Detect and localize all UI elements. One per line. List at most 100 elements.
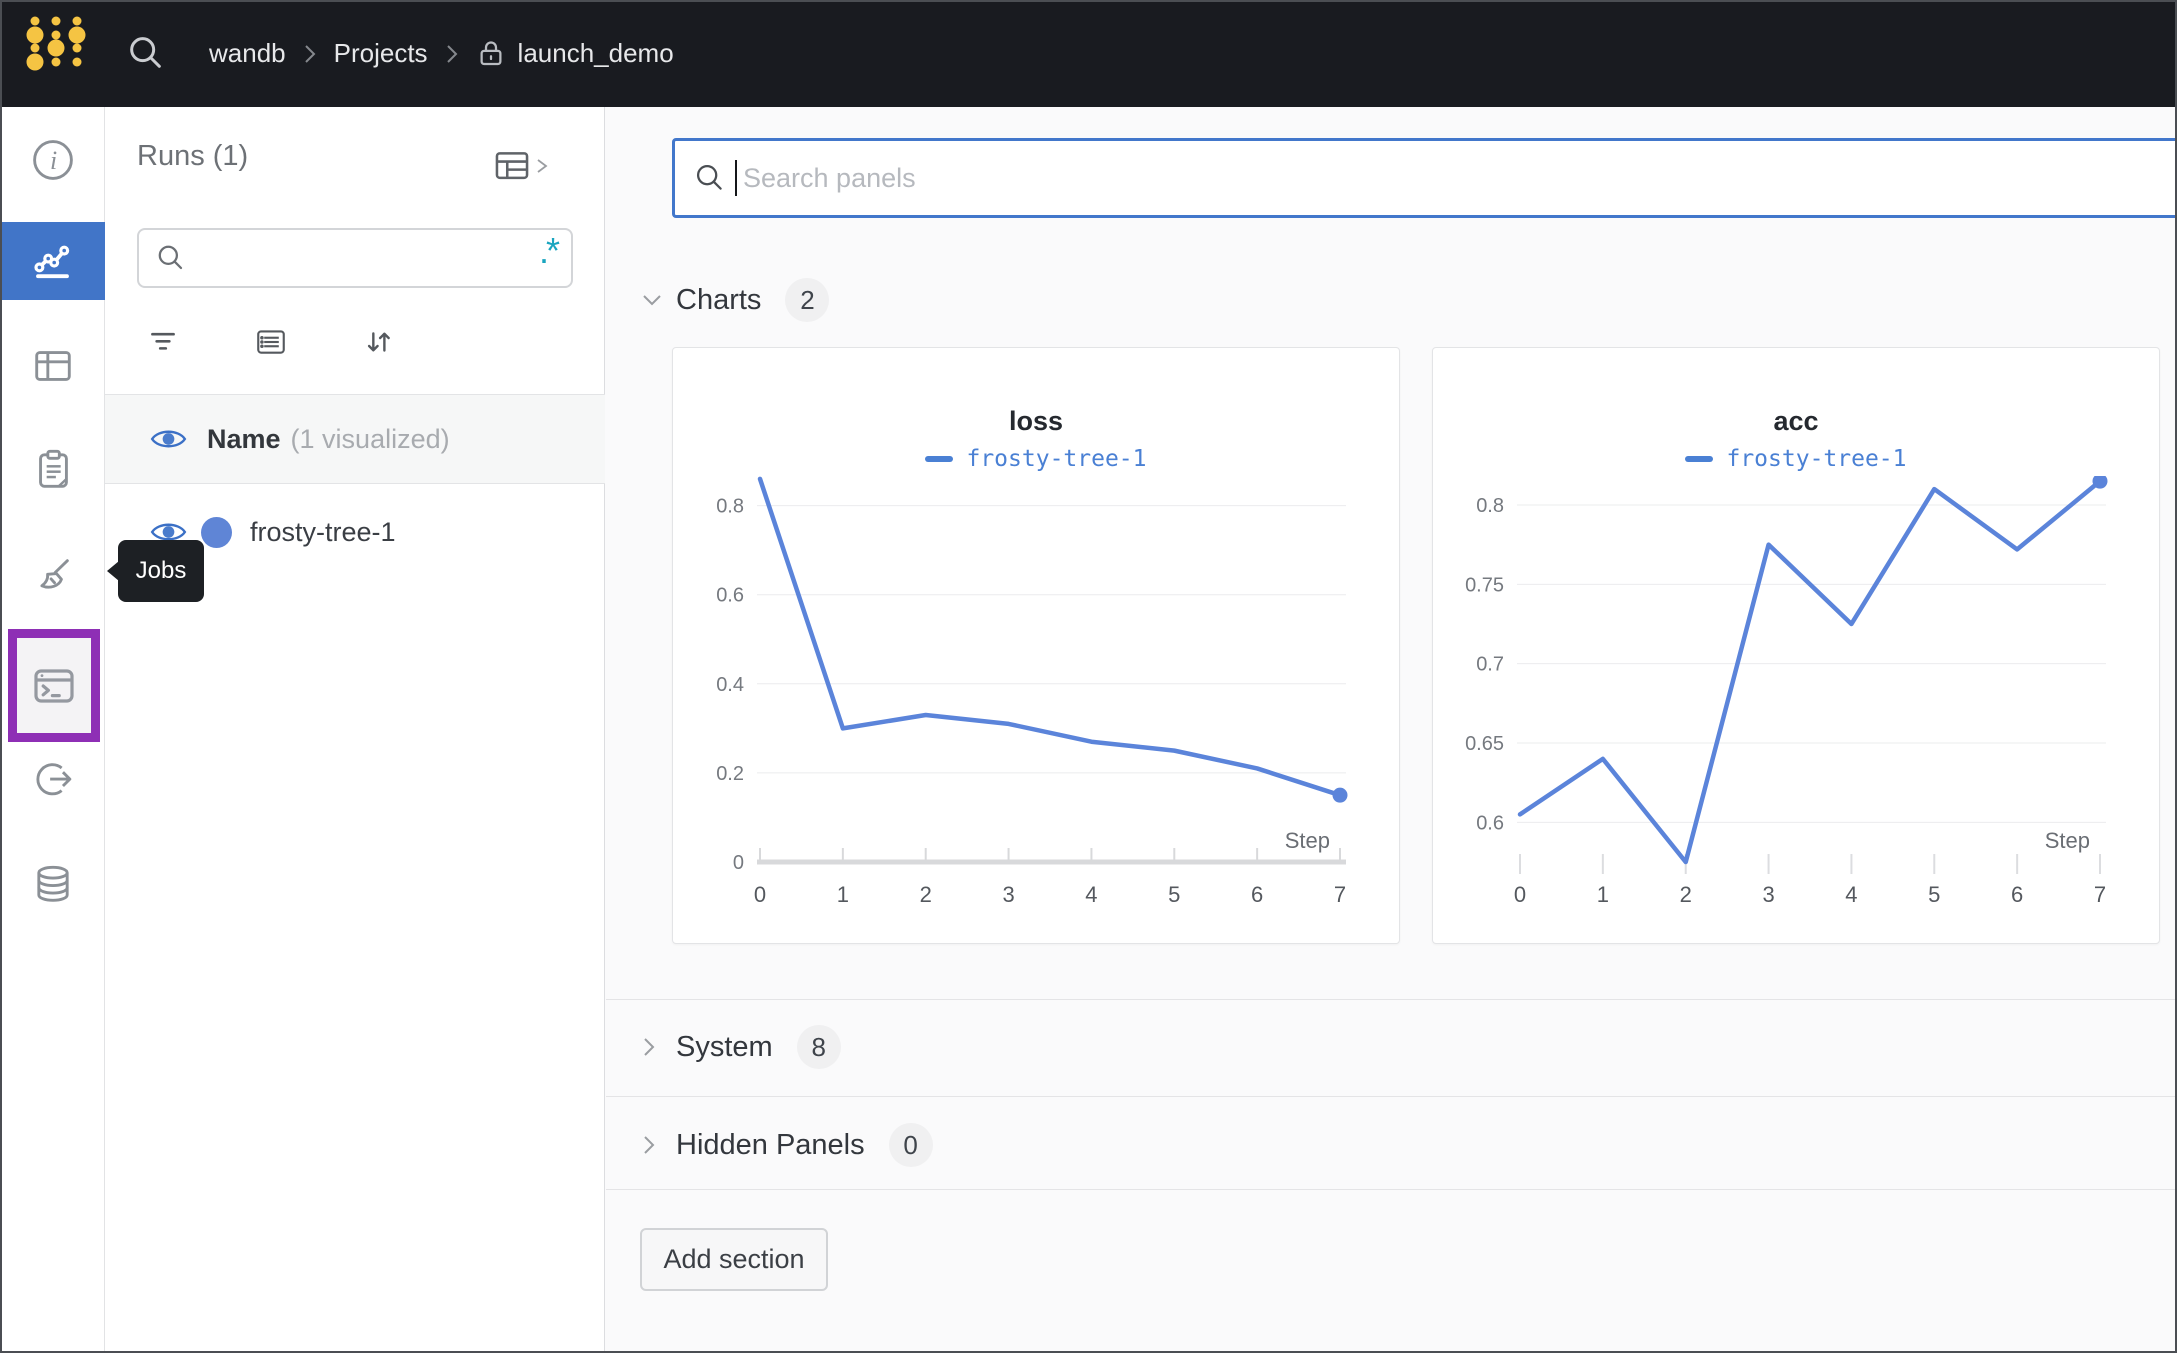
svg-text:6: 6	[2011, 882, 2023, 907]
run-color-dot[interactable]	[201, 516, 232, 548]
svg-text:7: 7	[1334, 882, 1346, 907]
chart-panel-loss[interactable]: loss frosty-tree-1 0 0.2 0.4 0.6 0.8 0 1 2 3 4 5 6 7…	[672, 347, 1400, 944]
svg-text:5: 5	[1928, 882, 1940, 907]
regex-toggle-icon[interactable]: .*	[539, 233, 560, 275]
svg-text:0: 0	[733, 852, 744, 874]
sidebar-item-overview[interactable]: i	[0, 121, 105, 199]
sidebar-item-artifacts[interactable]	[0, 846, 105, 924]
svg-text:0: 0	[754, 882, 766, 907]
section-header-system[interactable]: System 8	[640, 1022, 841, 1072]
svg-text:0: 0	[1514, 882, 1526, 907]
runs-search-box: .*	[137, 228, 573, 288]
chart-legend: frosty-tree-1	[1685, 446, 1907, 472]
section-header-hidden-panels[interactable]: Hidden Panels 0	[640, 1120, 933, 1170]
workspace-main: Charts 2 loss frosty-tree-1 0 0.2 0.4 0.6 0.…	[606, 107, 2177, 1353]
breadcrumb-projects[interactable]: Projects	[334, 38, 428, 69]
search-icon	[155, 242, 187, 274]
chevron-right-icon[interactable]	[640, 1035, 668, 1059]
svg-text:3: 3	[1762, 882, 1774, 907]
svg-text:4: 4	[1085, 882, 1097, 907]
chart-title: acc	[1773, 406, 1819, 436]
project-sidebar: i	[0, 107, 105, 1353]
runs-table-header-row[interactable]: Name (1 visualized)	[105, 395, 605, 484]
terminal-jobs-icon	[30, 662, 78, 710]
svg-text:1: 1	[837, 882, 849, 907]
wandb-logo[interactable]	[20, 14, 92, 92]
chart-panel-acc[interactable]: acc frosty-tree-1 0.6 0.65 0.7 0.75 0.8 0 1 2 3 4…	[1432, 347, 2160, 944]
divider	[606, 999, 2177, 1000]
svg-text:0.65: 0.65	[1465, 733, 1504, 755]
sidebar-item-jobs[interactable]	[8, 629, 100, 742]
svg-text:0.4: 0.4	[716, 674, 744, 696]
section-count-badge: 2	[785, 278, 830, 322]
divider	[606, 1096, 2177, 1097]
text-caret	[735, 160, 737, 196]
breadcrumb-project-name[interactable]: launch_demo	[518, 38, 674, 69]
panel-search-box	[672, 138, 2177, 218]
svg-text:0.6: 0.6	[716, 585, 744, 607]
filter-icon[interactable]	[145, 325, 181, 359]
breadcrumb: wandb Projects launch_demo	[209, 0, 674, 107]
chevron-down-icon[interactable]	[640, 291, 668, 309]
svg-text:0.75: 0.75	[1465, 574, 1504, 596]
section-count-badge: 0	[888, 1123, 933, 1167]
lock-icon	[476, 39, 506, 69]
jobs-tooltip-label: Jobs	[135, 557, 187, 584]
svg-text:5: 5	[1168, 882, 1180, 907]
svg-text:0.2: 0.2	[716, 763, 744, 785]
section-label: System	[676, 1030, 773, 1063]
divider	[606, 1189, 2177, 1190]
acc-plot: 0.6 0.65 0.7 0.75 0.8 0 1 2 3 4 5 6 7 Step	[1465, 476, 2108, 907]
svg-text:i: i	[49, 146, 56, 175]
svg-text:2: 2	[920, 882, 932, 907]
run-name[interactable]: frosty-tree-1	[250, 517, 396, 548]
svg-text:0.7: 0.7	[1476, 654, 1504, 676]
runs-search-input[interactable]	[199, 230, 539, 286]
svg-text:1: 1	[1597, 882, 1609, 907]
section-header-charts[interactable]: Charts 2	[640, 275, 830, 325]
svg-text:6: 6	[1251, 882, 1263, 907]
runs-visualized-note: (1 visualized)	[290, 423, 450, 454]
info-icon: i	[30, 137, 76, 183]
svg-text:Step: Step	[2045, 828, 2090, 853]
sidebar-item-sweeps[interactable]	[0, 538, 105, 616]
list-columns-icon[interactable]	[253, 325, 289, 359]
runs-toolbar	[145, 325, 525, 359]
loss-plot: 0 0.2 0.4 0.6 0.8 0 1 2 3 4 5 6 7 Step	[716, 476, 1348, 907]
svg-text:Step: Step	[1285, 828, 1330, 853]
legend-dash-icon	[925, 456, 954, 462]
legend-dash-icon	[1685, 456, 1714, 462]
redo-arrow-icon	[30, 758, 76, 804]
table-panels-icon	[30, 343, 76, 389]
sidebar-item-runs-table[interactable]	[0, 327, 105, 405]
top-navigation-bar: wandb Projects launch_demo	[0, 0, 2177, 107]
section-label: Charts	[676, 283, 762, 316]
legend-run-name: frosty-tree-1	[1726, 446, 1907, 472]
chart-title: loss	[1008, 406, 1064, 436]
svg-text:3: 3	[1002, 882, 1014, 907]
svg-text:2: 2	[1680, 882, 1692, 907]
expand-runs-table-button[interactable]	[493, 147, 549, 185]
sort-icon[interactable]	[361, 325, 397, 359]
wandb-workspace-page: wandb Projects launch_demo i Jobs Runs (…	[0, 0, 2177, 1353]
database-icon	[30, 862, 76, 908]
sidebar-item-workspace[interactable]	[0, 222, 105, 300]
runs-panel-title: Runs (1)	[137, 140, 249, 172]
runs-panel: Runs (1) .* Name (1 visualized) frosty-t…	[105, 107, 605, 1353]
svg-text:0.8: 0.8	[1476, 495, 1504, 517]
sidebar-item-reports[interactable]	[0, 430, 105, 508]
panel-search-input[interactable]	[741, 141, 2177, 215]
sidebar-item-automations[interactable]	[0, 742, 105, 820]
svg-text:0.8: 0.8	[716, 496, 744, 518]
chevron-right-icon[interactable]	[640, 1133, 668, 1157]
runs-column-name: Name	[207, 423, 281, 454]
global-search-icon[interactable]	[126, 33, 166, 73]
section-count-badge: 8	[796, 1025, 841, 1069]
eye-visibility-icon[interactable]	[150, 426, 187, 452]
clipboard-icon	[30, 446, 76, 492]
breadcrumb-team[interactable]: wandb	[209, 38, 286, 69]
chevron-right-icon	[537, 159, 548, 173]
add-section-button[interactable]: Add section	[640, 1228, 828, 1291]
search-icon	[693, 161, 727, 195]
chart-legend: frosty-tree-1	[925, 446, 1147, 472]
